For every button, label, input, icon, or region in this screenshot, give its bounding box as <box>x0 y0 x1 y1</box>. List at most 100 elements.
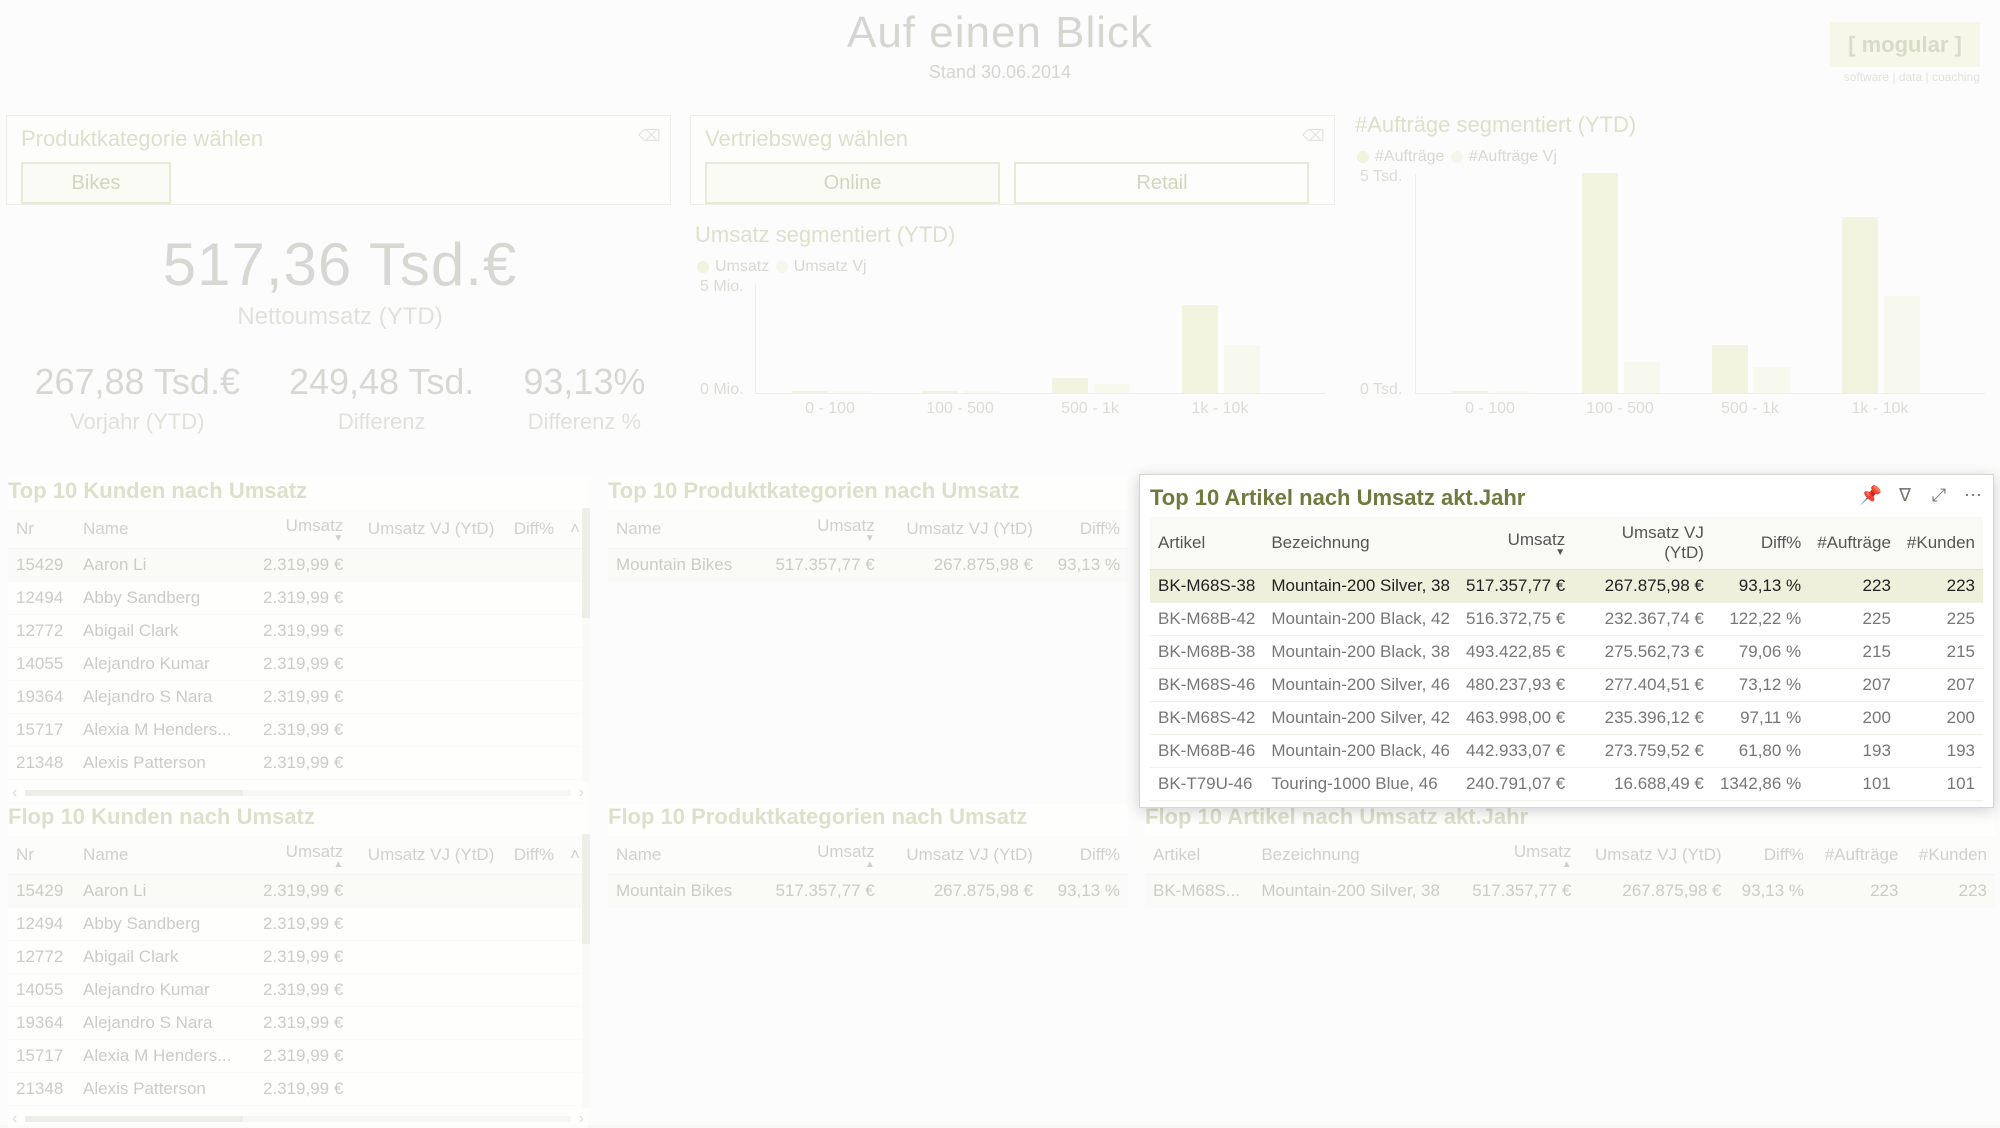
cell: 2.319,99 € <box>249 615 351 648</box>
bar[interactable] <box>792 391 828 393</box>
cell <box>502 1040 562 1073</box>
col-name[interactable]: Name <box>608 510 755 549</box>
table-row[interactable]: 12772 Abigail Clark 2.319,99 € <box>8 615 588 648</box>
col-diff[interactable]: Diff% <box>502 836 562 875</box>
table-row[interactable]: 21348 Alexis Patterson 2.319,99 € <box>8 1073 588 1106</box>
filter-icon[interactable]: ∇ <box>1895 485 1915 505</box>
col-kunden[interactable]: #Kunden <box>1899 517 1983 570</box>
col-umsatz-vj[interactable]: Umsatz VJ (YtD) <box>1579 836 1729 875</box>
bar[interactable] <box>1754 367 1790 393</box>
vertical-scrollbar[interactable] <box>582 508 590 782</box>
table-row[interactable]: 14055 Alejandro Kumar 2.319,99 € <box>8 974 588 1007</box>
clear-filter-icon[interactable]: ⌫ <box>638 126 658 146</box>
col-umsatz[interactable]: Umsatz▼ <box>1458 517 1573 570</box>
bar[interactable] <box>1052 378 1088 393</box>
cell <box>502 582 562 615</box>
table-row[interactable]: 19364 Alejandro S Nara 2.319,99 € <box>8 1007 588 1040</box>
slicer-title: Produktkategorie wählen <box>21 126 656 152</box>
cell: 15429 <box>8 549 75 582</box>
bar[interactable] <box>1842 217 1878 393</box>
scroll-right-icon[interactable]: › <box>579 784 584 802</box>
table-row[interactable]: 21348 Alexis Patterson 2.319,99 € <box>8 747 588 780</box>
col-diff[interactable]: Diff% <box>1041 510 1128 549</box>
bar[interactable] <box>1582 173 1618 393</box>
col-bezeichnung[interactable]: Bezeichnung <box>1253 836 1458 875</box>
col-umsatz-vj[interactable]: Umsatz VJ (YtD) <box>1573 517 1712 570</box>
focus-mode-icon[interactable]: ⤢ <box>1929 485 1949 505</box>
bar[interactable] <box>1712 345 1748 393</box>
table-row[interactable]: BK-M68S-46 Mountain-200 Silver, 46 480.2… <box>1150 669 1983 702</box>
more-options-icon[interactable]: ⋯ <box>1963 485 1983 505</box>
table-row[interactable]: 15429 Aaron Li 2.319,99 € <box>8 549 588 582</box>
table-row[interactable]: BK-M68B-46 Mountain-200 Black, 46 442.93… <box>1150 735 1983 768</box>
col-diff[interactable]: Diff% <box>1730 836 1813 875</box>
scroll-left-icon[interactable]: ‹ <box>12 784 17 802</box>
col-umsatz-vj[interactable]: Umsatz VJ (YtD) <box>883 836 1041 875</box>
table-row[interactable]: Mountain Bikes 517.357,77 € 267.875,98 €… <box>608 549 1128 582</box>
scroll-left-icon[interactable]: ‹ <box>12 1110 17 1128</box>
col-auftraege[interactable]: #Aufträge <box>1812 836 1906 875</box>
col-name[interactable]: Name <box>75 836 249 875</box>
table-row[interactable]: BK-M68B-42 Mountain-200 Black, 42 516.37… <box>1150 603 1983 636</box>
col-umsatz-vj[interactable]: Umsatz VJ (YtD) <box>883 510 1041 549</box>
col-diff[interactable]: Diff% <box>1712 517 1809 570</box>
table-row[interactable]: BK-T79U-46 Touring-1000 Blue, 46 240.791… <box>1150 768 1983 801</box>
horizontal-scrollbar[interactable] <box>25 1116 570 1122</box>
col-auftraege[interactable]: #Aufträge <box>1809 517 1899 570</box>
kpi-block: 517,36 Tsd.€ Nettoumsatz (YTD) 267,88 Ts… <box>10 230 670 435</box>
bar[interactable] <box>1094 384 1130 393</box>
col-nr[interactable]: Nr <box>8 510 75 549</box>
table-row[interactable]: BK-M68S-38 Mountain-200 Silver, 38 517.3… <box>1150 570 1983 603</box>
table-row[interactable]: 15717 Alexia M Henders... 2.319,99 € <box>8 1040 588 1073</box>
table-row[interactable]: 12494 Abby Sandberg 2.319,99 € <box>8 908 588 941</box>
bar[interactable] <box>1624 362 1660 393</box>
bar[interactable] <box>1452 391 1488 393</box>
col-diff[interactable]: Diff% <box>1041 836 1128 875</box>
cell <box>351 1040 502 1073</box>
bar[interactable] <box>922 391 958 393</box>
clear-filter-icon[interactable]: ⌫ <box>1302 126 1322 146</box>
col-kunden[interactable]: #Kunden <box>1906 836 1995 875</box>
table-row[interactable]: BK-M68S... Mountain-200 Silver, 38 517.3… <box>1145 875 1995 908</box>
slicer-option-retail[interactable]: Retail <box>1014 162 1309 204</box>
bar[interactable] <box>1224 345 1260 393</box>
col-umsatz[interactable]: Umsatz▲ <box>1458 836 1579 875</box>
table-row[interactable]: BK-M68B-38 Mountain-200 Black, 38 493.42… <box>1150 636 1983 669</box>
cell <box>351 908 502 941</box>
col-diff[interactable]: Diff% <box>502 510 562 549</box>
col-name[interactable]: Name <box>608 836 755 875</box>
col-umsatz-vj[interactable]: Umsatz VJ (YtD) <box>351 510 502 549</box>
col-bezeichnung[interactable]: Bezeichnung <box>1263 517 1458 570</box>
col-umsatz[interactable]: Umsatz▲ <box>249 836 351 875</box>
bar[interactable] <box>1182 305 1218 393</box>
y-axis-label: 5 Tsd. <box>1360 168 1402 186</box>
table-row[interactable]: 12494 Abby Sandberg 2.319,99 € <box>8 582 588 615</box>
bar[interactable] <box>1494 391 1530 393</box>
horizontal-scrollbar[interactable] <box>25 790 570 796</box>
table-row[interactable]: BK-M68S-42 Mountain-200 Silver, 42 463.9… <box>1150 702 1983 735</box>
table-row[interactable]: 15429 Aaron Li 2.319,99 € <box>8 875 588 908</box>
bar[interactable] <box>964 391 1000 393</box>
table-row[interactable]: 15717 Alexia M Henders... 2.319,99 € <box>8 714 588 747</box>
col-umsatz[interactable]: Umsatz▼ <box>755 510 883 549</box>
table-row[interactable]: 14055 Alejandro Kumar 2.319,99 € <box>8 648 588 681</box>
cell: Alexis Patterson <box>75 747 249 780</box>
slicer-option-bikes[interactable]: Bikes <box>21 162 171 204</box>
scroll-right-icon[interactable]: › <box>579 1110 584 1128</box>
table-row[interactable]: 19364 Alejandro S Nara 2.319,99 € <box>8 681 588 714</box>
slicer-option-online[interactable]: Online <box>705 162 1000 204</box>
col-name[interactable]: Name <box>75 510 249 549</box>
col-artikel[interactable]: Artikel <box>1145 836 1253 875</box>
bar[interactable] <box>1884 296 1920 393</box>
bar[interactable] <box>834 391 870 393</box>
cell: 2.319,99 € <box>249 582 351 615</box>
col-nr[interactable]: Nr <box>8 836 75 875</box>
col-artikel[interactable]: Artikel <box>1150 517 1263 570</box>
vertical-scrollbar[interactable] <box>582 834 590 1108</box>
col-umsatz[interactable]: Umsatz▲ <box>755 836 883 875</box>
pin-icon[interactable]: 📌 <box>1861 485 1881 505</box>
table-row[interactable]: Mountain Bikes 517.357,77 € 267.875,98 €… <box>608 875 1128 908</box>
table-row[interactable]: 12772 Abigail Clark 2.319,99 € <box>8 941 588 974</box>
col-umsatz-vj[interactable]: Umsatz VJ (YtD) <box>351 836 502 875</box>
col-umsatz[interactable]: Umsatz▼ <box>249 510 351 549</box>
